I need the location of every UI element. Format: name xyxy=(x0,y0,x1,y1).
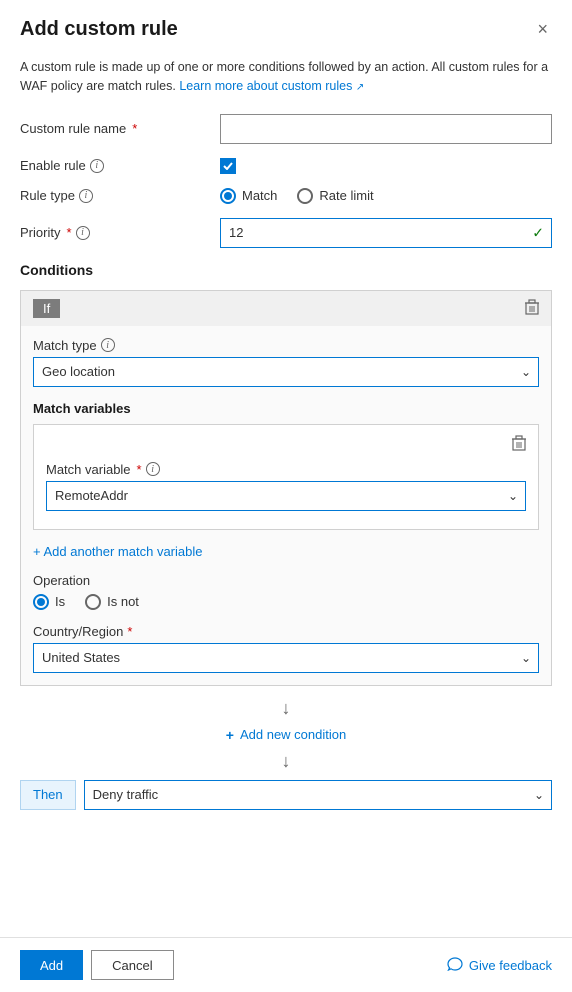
enable-rule-checkbox[interactable] xyxy=(220,158,236,174)
match-radio-inner xyxy=(224,192,232,200)
priority-valid-icon: ✓ xyxy=(532,224,544,241)
then-action-select[interactable]: Deny traffic Allow traffic Log xyxy=(84,780,552,810)
if-header: If xyxy=(21,291,551,326)
country-region-select-wrapper: United States United Kingdom Canada Germ… xyxy=(33,643,539,673)
priority-info-icon[interactable]: i xyxy=(76,226,90,240)
operation-is-option[interactable]: Is xyxy=(33,594,65,610)
country-region-select[interactable]: United States United Kingdom Canada Germ… xyxy=(33,643,539,673)
then-label: Then xyxy=(20,780,76,810)
then-action-select-wrapper: Deny traffic Allow traffic Log ⌄ xyxy=(84,780,552,810)
arrow-down-1: ↓ xyxy=(20,698,552,719)
rule-type-control: Match Rate limit xyxy=(220,188,552,204)
external-link-icon: ↗ xyxy=(356,82,364,93)
operation-section: Operation Is Is not xyxy=(33,573,539,610)
country-region-label: Country/Region * xyxy=(33,624,539,639)
add-match-variable-link[interactable]: + Add another match variable xyxy=(33,544,202,559)
dialog-header: Add custom rule × xyxy=(0,0,572,50)
match-var-header xyxy=(46,435,526,454)
give-feedback-link[interactable]: Give feedback xyxy=(447,957,552,974)
feedback-icon xyxy=(447,957,463,974)
checkmark-icon xyxy=(223,162,233,170)
match-variable-select[interactable]: RemoteAddr RequestMethod QueryString Pos… xyxy=(46,481,526,511)
match-type-select-wrapper: Geo location IP address HTTP method Requ… xyxy=(33,357,539,387)
dialog-body: A custom rule is made up of one or more … xyxy=(0,50,572,937)
add-condition-row[interactable]: + Add new condition xyxy=(20,727,552,743)
priority-input[interactable] xyxy=(220,218,552,248)
rule-type-info-icon[interactable]: i xyxy=(79,189,93,203)
match-type-select[interactable]: Geo location IP address HTTP method Requ… xyxy=(33,357,539,387)
match-variable-label-row: Match variable * i RemoteAddr RequestMet… xyxy=(46,462,526,511)
match-variable-select-wrapper: RemoteAddr RequestMethod QueryString Pos… xyxy=(46,481,526,511)
is-radio-outer xyxy=(33,594,49,610)
match-type-label: Match type i xyxy=(33,338,539,353)
is-not-radio-outer xyxy=(85,594,101,610)
rule-type-match-option[interactable]: Match xyxy=(220,188,277,204)
custom-rule-name-row: Custom rule name * xyxy=(20,114,552,144)
match-variable-info-icon[interactable]: i xyxy=(146,462,160,476)
match-variable-label: Match variable * i xyxy=(46,462,526,477)
delete-condition-icon[interactable] xyxy=(525,299,539,318)
match-radio-outer xyxy=(220,188,236,204)
match-type-info-icon[interactable]: i xyxy=(101,338,115,352)
match-variables-title: Match variables xyxy=(33,401,539,416)
add-button[interactable]: Add xyxy=(20,950,83,980)
operation-label: Operation xyxy=(33,573,539,588)
operation-is-not-option[interactable]: Is not xyxy=(85,594,139,610)
priority-label: Priority * i xyxy=(20,225,220,240)
rule-type-row: Rule type i Match Rate limit xyxy=(20,188,552,204)
enable-rule-row: Enable rule i xyxy=(20,158,552,174)
learn-more-link[interactable]: Learn more about custom rules ↗ xyxy=(179,79,364,93)
if-label: If xyxy=(33,299,60,318)
enable-rule-info-icon[interactable]: i xyxy=(90,159,104,173)
rate-limit-radio-outer xyxy=(297,188,313,204)
info-description: A custom rule is made up of one or more … xyxy=(20,58,552,96)
then-row: Then Deny traffic Allow traffic Log ⌄ xyxy=(20,780,552,810)
enable-rule-control xyxy=(220,158,552,174)
priority-wrapper: ✓ xyxy=(220,218,552,248)
dialog-footer: Add Cancel Give feedback xyxy=(0,937,572,992)
footer-actions: Add Cancel xyxy=(20,950,174,980)
if-body: Match type i Geo location IP address HTT… xyxy=(21,326,551,685)
match-variables-box: Match variable * i RemoteAddr RequestMet… xyxy=(33,424,539,530)
match-type-row: Match type i Geo location IP address HTT… xyxy=(33,338,539,387)
if-block: If xyxy=(20,290,552,686)
delete-match-var-icon[interactable] xyxy=(512,435,526,454)
custom-rule-name-input[interactable] xyxy=(220,114,552,144)
close-button[interactable]: × xyxy=(533,16,552,42)
required-indicator: * xyxy=(132,121,137,136)
priority-required: * xyxy=(66,225,71,240)
priority-row: Priority * i ✓ xyxy=(20,218,552,248)
add-custom-rule-dialog: Add custom rule × A custom rule is made … xyxy=(0,0,572,992)
enable-rule-label: Enable rule i xyxy=(20,158,220,173)
priority-control: ✓ xyxy=(220,218,552,248)
is-radio-inner xyxy=(37,598,45,606)
arrow-down-2: ↓ xyxy=(20,751,552,772)
conditions-section: Conditions If xyxy=(20,262,552,810)
custom-rule-name-control xyxy=(220,114,552,144)
country-region-section: Country/Region * United States United Ki… xyxy=(33,624,539,673)
cancel-button[interactable]: Cancel xyxy=(91,950,173,980)
conditions-title: Conditions xyxy=(20,262,552,278)
dialog-title: Add custom rule xyxy=(20,18,178,41)
add-condition-plus-icon: + xyxy=(226,727,234,743)
rule-type-radio-group: Match Rate limit xyxy=(220,188,552,204)
rule-type-label: Rule type i xyxy=(20,188,220,203)
custom-rule-name-label: Custom rule name * xyxy=(20,121,220,136)
rule-type-rate-limit-option[interactable]: Rate limit xyxy=(297,188,373,204)
operation-radio-group: Is Is not xyxy=(33,594,539,610)
